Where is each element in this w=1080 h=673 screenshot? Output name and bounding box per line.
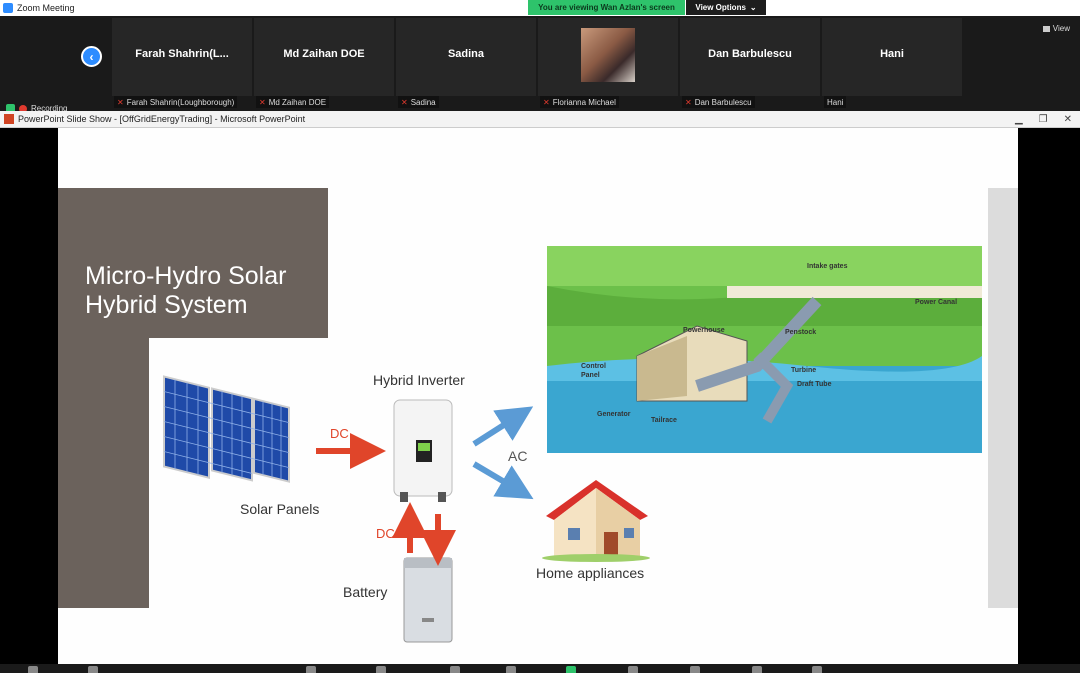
slide-title-box: Micro-Hydro Solar Hybrid System	[58, 188, 328, 338]
left-decor-strip	[58, 338, 149, 608]
micro-hydro-diagram: Intake gates Power Canal Powerhouse Pens…	[547, 246, 982, 453]
share-screen-icon[interactable]	[566, 666, 576, 673]
poll-icon[interactable]	[450, 666, 460, 673]
chevron-left-icon: ‹	[89, 49, 94, 64]
participant-tile[interactable]: Sadina ✕ Sadina	[396, 18, 536, 108]
close-icon[interactable]: ✕	[1064, 114, 1072, 125]
slide-title: Micro-Hydro Solar Hybrid System	[85, 262, 315, 320]
participant-label: ✕ Dan Barbulescu	[682, 96, 755, 108]
video-icon[interactable]	[88, 666, 98, 673]
participant-label: ✕ Florianna Michael	[540, 96, 619, 108]
view-options-label: View Options	[695, 3, 746, 12]
mic-muted-icon: ✕	[401, 97, 408, 107]
chevron-down-icon: ⌄	[749, 3, 757, 12]
participants-icon[interactable]	[376, 666, 386, 673]
participant-label-text: Md Zaihan DOE	[268, 97, 327, 107]
hydro-label-generator: Generator	[597, 411, 631, 418]
powerpoint-icon	[4, 114, 14, 124]
solar-panels-label: Solar Panels	[240, 501, 320, 517]
previous-page-button[interactable]: ‹	[81, 46, 102, 67]
mute-icon[interactable]	[28, 666, 38, 673]
participant-tile[interactable]: ✕ Florianna Michael	[538, 18, 678, 108]
slide-title-line-2: Hybrid System	[85, 291, 248, 319]
hydro-label-control-panel: Panel	[581, 372, 600, 379]
reactions-icon[interactable]	[752, 666, 762, 673]
participant-label-text: Dan Barbulescu	[694, 97, 752, 107]
hydro-label-control: Control	[581, 363, 606, 370]
slide: Micro-Hydro Solar Hybrid System Intake g…	[58, 128, 1018, 664]
grid-icon	[1042, 25, 1050, 32]
battery-image	[403, 557, 453, 643]
hydro-label-canal: Power Canal	[915, 299, 957, 306]
powerpoint-titlebar: PowerPoint Slide Show - [OffGridEnergyTr…	[0, 111, 1080, 128]
hydro-label-tailrace: Tailrace	[651, 417, 677, 424]
participant-label-text: Hani	[827, 97, 844, 107]
solar-panels-image	[163, 375, 290, 483]
hydro-label-powerhouse: Powerhouse	[683, 327, 725, 334]
participant-strip: ‹ Farah Shahrin(L... ✕ Farah Shahrin(Loug…	[0, 16, 1080, 112]
participant-label-text: Farah Shahrin(Loughborough)	[126, 97, 235, 107]
hybrid-inverter-label: Hybrid Inverter	[373, 372, 465, 388]
hybrid-inverter-image	[393, 399, 453, 502]
minimize-icon[interactable]: ▁	[1015, 114, 1023, 125]
meeting-toolbar	[0, 664, 1080, 673]
view-button[interactable]: View	[1042, 24, 1070, 33]
restore-icon[interactable]: ❐	[1039, 114, 1048, 125]
view-options-button[interactable]: View Options ⌄	[686, 0, 766, 15]
view-label: View	[1052, 24, 1070, 33]
participant-tile[interactable]: Farah Shahrin(L... ✕ Farah Shahrin(Loughb…	[112, 18, 252, 108]
battery-label: Battery	[343, 584, 388, 600]
zoom-logo-icon	[3, 3, 13, 13]
dc-label-battery: DC	[376, 526, 395, 541]
shared-screen: Micro-Hydro Solar Hybrid System Intake g…	[0, 128, 1080, 664]
participant-label: Hani	[824, 96, 847, 108]
window-title: Zoom Meeting	[17, 3, 75, 13]
mic-muted-icon: ✕	[117, 97, 124, 107]
hydro-label-intake: Intake gates	[807, 263, 848, 270]
participant-tile[interactable]: Dan Barbulescu ✕ Dan Barbulescu	[680, 18, 820, 108]
hydro-label-turbine: Turbine	[791, 367, 816, 374]
dc-label-solar: DC	[330, 426, 349, 441]
participant-video	[581, 28, 635, 82]
ac-arrow-to-hydro	[472, 406, 534, 447]
participant-label: ✕ Md Zaihan DOE	[256, 96, 330, 108]
mic-muted-icon: ✕	[259, 97, 266, 107]
participant-tile[interactable]: Md Zaihan DOE ✕ Md Zaihan DOE	[254, 18, 394, 108]
slide-title-line-1: Micro-Hydro Solar	[85, 262, 287, 290]
hydro-label-penstock: Penstock	[785, 329, 816, 336]
participant-label: ✕ Farah Shahrin(Loughborough)	[114, 96, 238, 108]
home-image	[542, 480, 650, 562]
hydro-label-draft: Draft Tube	[797, 381, 832, 388]
participant-label: ✕ Sadina	[398, 96, 439, 108]
record-icon[interactable]	[628, 666, 638, 673]
security-icon[interactable]	[306, 666, 316, 673]
participant-name: Hani	[880, 48, 904, 60]
breakout-rooms-icon[interactable]	[690, 666, 700, 673]
participant-name: Farah Shahrin(L...	[135, 48, 229, 60]
participant-name: Md Zaihan DOE	[283, 48, 365, 60]
participant-name: Dan Barbulescu	[708, 48, 792, 60]
apps-icon[interactable]	[812, 666, 822, 673]
home-appliances-label: Home appliances	[536, 565, 645, 581]
chat-icon[interactable]	[506, 666, 516, 673]
powerpoint-title: PowerPoint Slide Show - [OffGridEnergyTr…	[18, 114, 306, 124]
screen-share-banner: You are viewing Wan Azlan's screen	[528, 0, 685, 15]
zoom-window: Zoom Meeting You are viewing Wan Azlan's…	[0, 0, 1080, 673]
ac-label: AC	[508, 448, 528, 464]
participant-name: Sadina	[447, 48, 485, 60]
participant-tile[interactable]: Hani Hani	[822, 18, 962, 108]
participant-label-text: Sadina	[410, 97, 436, 107]
right-decor-strip	[988, 188, 1018, 608]
window-controls: ▁ ❐ ✕	[1015, 111, 1072, 128]
participant-label-text: Florianna Michael	[552, 97, 616, 107]
mic-muted-icon: ✕	[685, 97, 692, 107]
ac-arrow-to-home	[472, 461, 534, 500]
mic-muted-icon: ✕	[543, 97, 550, 107]
